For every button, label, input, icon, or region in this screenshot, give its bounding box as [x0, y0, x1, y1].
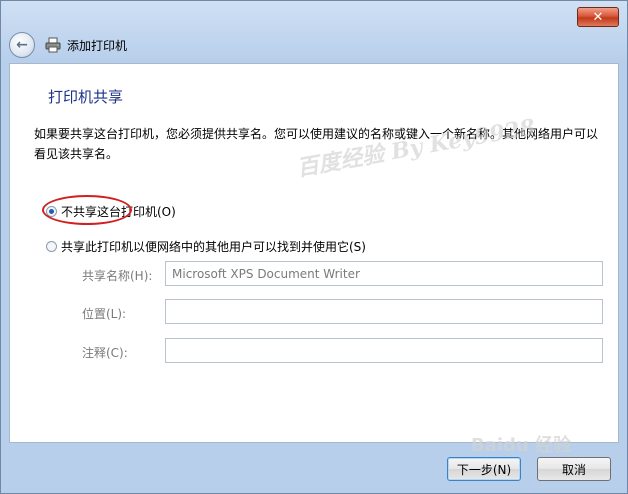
wizard-content: 打印机共享 如果要共享这台打印机，您必须提供共享名。您可以使用建议的名称或键入一… [9, 63, 619, 443]
window-title: 添加打印机 [67, 38, 128, 53]
footer: 下一步(N) 取消 [1, 443, 627, 493]
cancel-button[interactable]: 取消 [537, 457, 611, 481]
next-button[interactable]: 下一步(N) [447, 457, 521, 481]
nav-bar: ← 添加打印机 [9, 29, 619, 61]
share-name-label: 共享名称(H): [82, 269, 153, 283]
location-label: 位置(L): [82, 307, 127, 321]
back-arrow-icon: ← [16, 37, 28, 53]
no-share-label: 不共享这台打印机(O) [61, 205, 176, 219]
add-printer-window: ✕ ← 添加打印机 打印机共享 如果要共享这台打印机，您必须提供共享名。您可以使… [0, 0, 628, 494]
back-button[interactable]: ← [9, 32, 35, 58]
no-share-option[interactable]: 不共享这台打印机(O) [46, 203, 176, 220]
location-input[interactable] [165, 299, 603, 324]
printer-icon [45, 37, 61, 53]
share-radio[interactable] [46, 241, 57, 252]
comment-input[interactable] [165, 338, 603, 363]
close-button[interactable]: ✕ [577, 7, 619, 27]
description-text: 如果要共享这台打印机，您必须提供共享名。您可以使用建议的名称或键入一个新名称。其… [34, 127, 599, 161]
comment-label: 注释(C): [82, 346, 128, 360]
share-name-input[interactable] [165, 261, 603, 286]
close-icon: ✕ [592, 9, 604, 25]
share-option[interactable]: 共享此打印机以便网络中的其他用户可以找到并使用它(S) [46, 238, 366, 255]
page-title: 打印机共享 [48, 88, 124, 106]
no-share-radio[interactable] [46, 206, 57, 217]
share-label: 共享此打印机以便网络中的其他用户可以找到并使用它(S) [61, 240, 366, 254]
